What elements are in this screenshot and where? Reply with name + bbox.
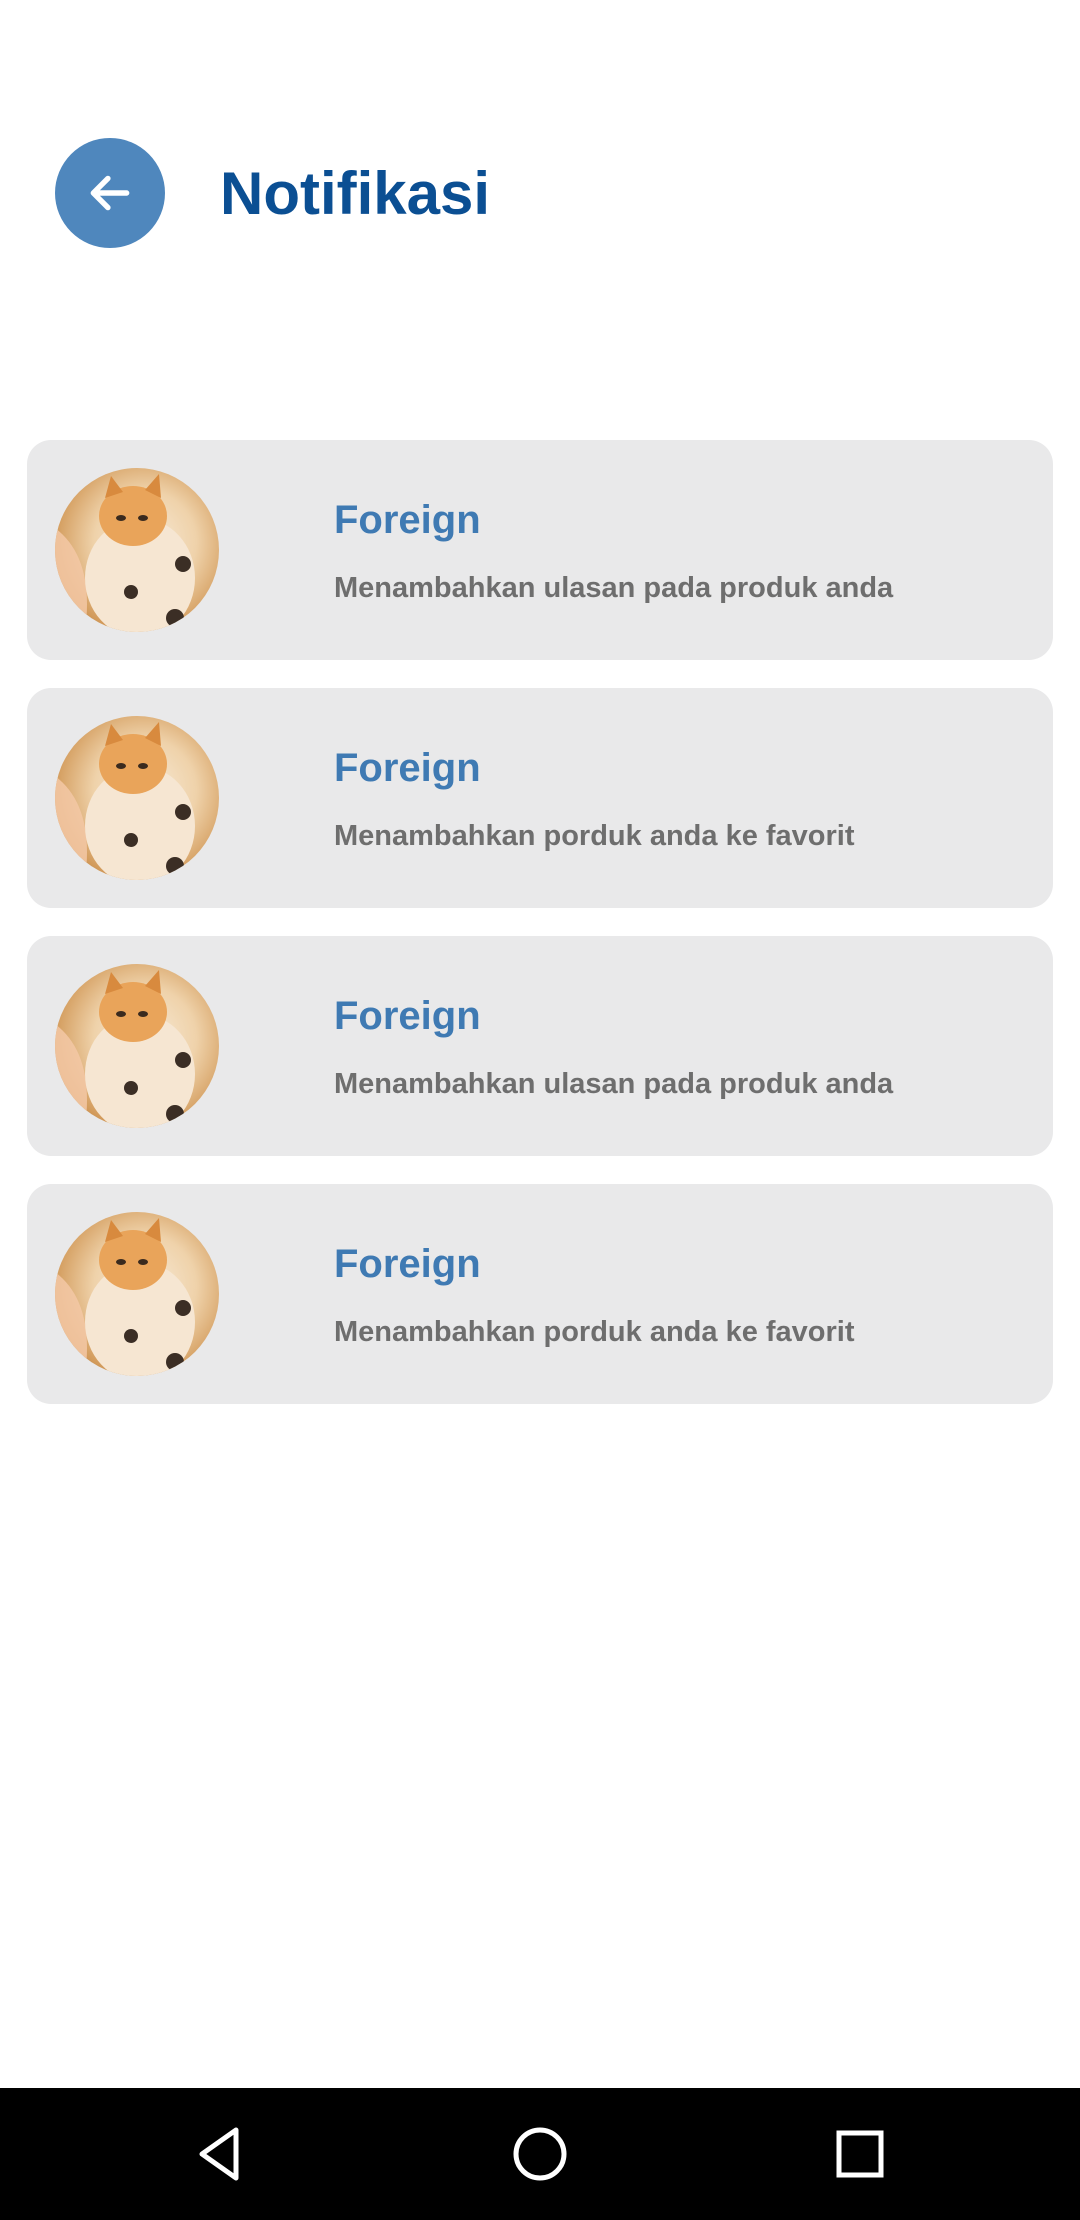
notification-item[interactable]: Foreign Menambahkan ulasan pada produk a… — [27, 440, 1053, 660]
back-button[interactable] — [55, 138, 165, 248]
notification-message: Menambahkan ulasan pada produk anda — [334, 572, 894, 604]
avatar — [55, 468, 219, 632]
square-recents-icon — [836, 2130, 884, 2178]
kitten-avatar-icon — [55, 722, 195, 880]
notification-message: Menambahkan porduk anda ke favorit — [334, 1316, 855, 1348]
notification-name: Foreign — [334, 746, 481, 790]
page-title: Notifikasi — [220, 160, 491, 227]
nav-recents-button[interactable] — [820, 2114, 900, 2194]
kitten-avatar-icon — [55, 474, 195, 632]
notification-name: Foreign — [334, 994, 481, 1038]
notification-item[interactable]: Foreign Menambahkan porduk anda ke favor… — [27, 688, 1053, 908]
app-header: Notifikasi — [0, 0, 1080, 300]
notification-message: Menambahkan porduk anda ke favorit — [334, 820, 855, 852]
notification-list: Foreign Menambahkan ulasan pada produk a… — [27, 440, 1053, 1432]
circle-home-icon — [513, 2127, 567, 2181]
avatar — [55, 716, 219, 880]
system-nav-bar — [0, 2088, 1080, 2220]
kitten-avatar-icon — [55, 970, 195, 1128]
notification-item[interactable]: Foreign Menambahkan porduk anda ke favor… — [27, 1184, 1053, 1404]
notification-message: Menambahkan ulasan pada produk anda — [334, 1068, 894, 1100]
kitten-avatar-icon — [55, 1218, 195, 1376]
arrow-left-icon — [90, 175, 130, 211]
avatar — [55, 1212, 219, 1376]
nav-back-button[interactable] — [180, 2114, 260, 2194]
triangle-back-icon — [199, 2127, 239, 2181]
notification-name: Foreign — [334, 1242, 481, 1286]
avatar — [55, 964, 219, 1128]
nav-home-button[interactable] — [500, 2114, 580, 2194]
notification-item[interactable]: Foreign Menambahkan ulasan pada produk a… — [27, 936, 1053, 1156]
notification-name: Foreign — [334, 498, 481, 542]
